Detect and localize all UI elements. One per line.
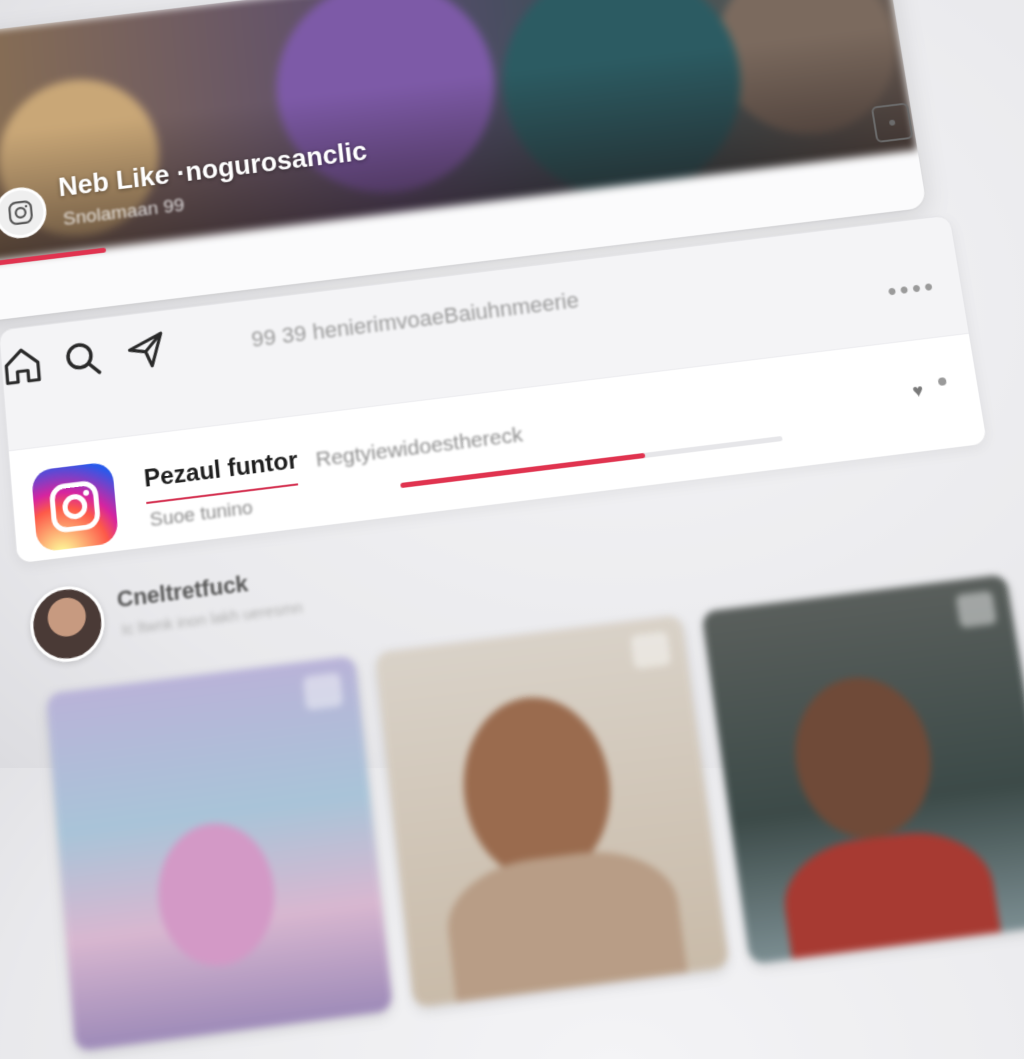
feed-thumbnail[interactable]: [701, 574, 1024, 964]
feed-thumbnail[interactable]: [46, 656, 393, 1052]
search-icon[interactable]: [60, 335, 106, 387]
save-button[interactable]: [871, 102, 914, 143]
nav-caption: 99 39 henierimvoaeBaiuhnmeerie: [250, 287, 580, 352]
more-dot-icon[interactable]: [938, 377, 947, 386]
media-badge-icon: [955, 591, 997, 629]
feed-thumbnail[interactable]: [375, 615, 729, 1008]
create-section: Cneltretfuck Ic ltwnk inon lakh ueresmn: [19, 467, 1024, 1021]
register-progress-fill: [400, 453, 645, 488]
media-badge-icon: [303, 672, 344, 710]
brand-subtitle: Suoe tunino: [149, 497, 254, 532]
app-screen: ••• Neb Like ·nogurosanclic Snolamaan 99…: [0, 0, 1024, 949]
register-text: Regtyiewidoesthereck: [315, 423, 524, 473]
send-icon[interactable]: [124, 327, 170, 379]
media-badge-icon: [630, 631, 671, 669]
instagram-glyph-icon: [45, 476, 105, 538]
avatar[interactable]: [27, 582, 107, 666]
camera-icon: [7, 199, 35, 227]
instagram-logo-icon[interactable]: [31, 461, 119, 552]
heart-icon[interactable]: ♥: [911, 380, 925, 402]
save-dot-icon: [889, 119, 896, 125]
story-image[interactable]: [0, 0, 917, 264]
home-icon[interactable]: [0, 343, 45, 395]
